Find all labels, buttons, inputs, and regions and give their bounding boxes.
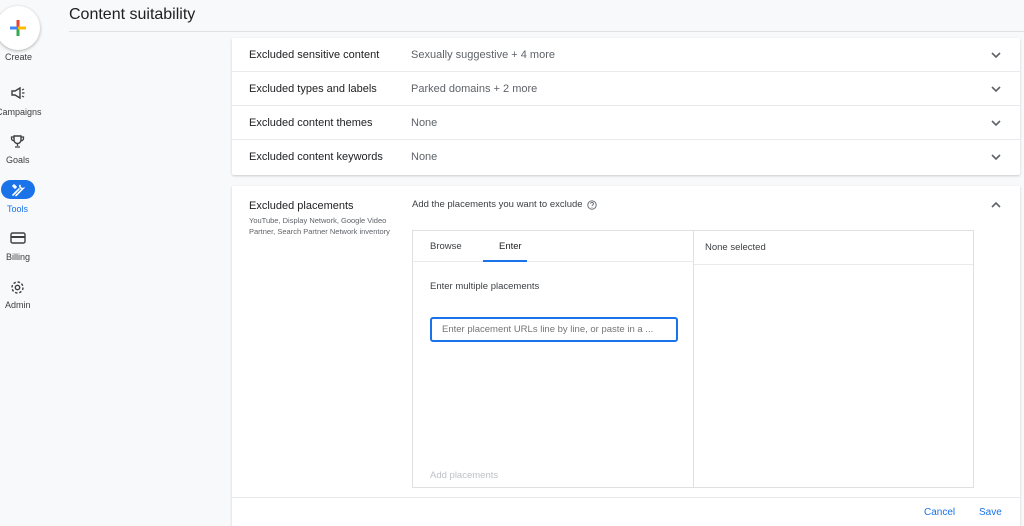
excluded-placements-card: Excluded placements YouTube, Display Net… bbox=[232, 186, 1020, 526]
gear-icon[interactable] bbox=[10, 280, 25, 295]
row-excluded-content-themes[interactable]: Excluded content themes None bbox=[232, 106, 1020, 140]
row-title: Excluded content keywords bbox=[249, 151, 383, 163]
nav-campaigns-label[interactable]: Campaigns bbox=[0, 107, 42, 117]
create-button[interactable] bbox=[0, 6, 40, 50]
row-value: None bbox=[411, 116, 438, 129]
placement-urls-input[interactable] bbox=[430, 317, 678, 342]
megaphone-icon[interactable] bbox=[10, 86, 26, 100]
row-value: None bbox=[411, 151, 438, 163]
selected-placements-header: None selected bbox=[694, 231, 973, 265]
left-nav-rail: Create Campaigns Goals Tools Billing Adm… bbox=[0, 0, 42, 526]
credit-card-icon[interactable] bbox=[10, 232, 26, 244]
chevron-up-icon[interactable] bbox=[990, 199, 1002, 211]
row-title: Excluded sensitive content bbox=[249, 48, 380, 61]
active-tab-indicator bbox=[483, 260, 527, 262]
footer-divider bbox=[232, 497, 1020, 498]
cancel-button[interactable]: Cancel bbox=[924, 507, 955, 518]
create-label: Create bbox=[5, 52, 33, 62]
placements-prompt: Add the placements you want to exclude bbox=[412, 199, 597, 210]
enter-multiple-label: Enter multiple placements bbox=[430, 281, 540, 292]
excluded-placements-title: Excluded placements bbox=[249, 200, 354, 212]
row-excluded-content-keywords[interactable]: Excluded content keywords None bbox=[232, 140, 1020, 174]
nav-tools-active[interactable] bbox=[1, 180, 35, 199]
trophy-icon[interactable] bbox=[10, 134, 25, 149]
tab-browse[interactable]: Browse bbox=[430, 241, 462, 252]
add-placements-button[interactable]: Add placements bbox=[430, 470, 498, 481]
nav-billing-label[interactable]: Billing bbox=[6, 252, 30, 262]
suitability-settings-card: Excluded sensitive content Sexually sugg… bbox=[232, 38, 1020, 175]
chevron-down-icon[interactable] bbox=[990, 151, 1002, 163]
nav-goals-label[interactable]: Goals bbox=[6, 155, 30, 165]
placements-prompt-text: Add the placements you want to exclude bbox=[412, 199, 583, 210]
row-excluded-types-labels[interactable]: Excluded types and labels Parked domains… bbox=[232, 72, 1020, 106]
row-title: Excluded types and labels bbox=[249, 82, 377, 95]
header-divider bbox=[69, 31, 1024, 32]
row-value: Sexually suggestive + 4 more bbox=[411, 48, 555, 61]
placements-entry-pane: Browse Enter Enter multiple placements A… bbox=[413, 231, 694, 487]
plus-icon bbox=[10, 20, 26, 36]
placements-panel: Browse Enter Enter multiple placements A… bbox=[412, 230, 974, 488]
row-value: Parked domains + 2 more bbox=[411, 82, 538, 95]
excluded-placements-description: YouTube, Display Network, Google Video P… bbox=[249, 216, 390, 236]
none-selected-label: None selected bbox=[705, 242, 766, 253]
chevron-down-icon[interactable] bbox=[990, 117, 1002, 129]
placements-tabs: Browse Enter bbox=[413, 231, 694, 262]
nav-tools-label[interactable]: Tools bbox=[7, 204, 28, 214]
row-excluded-sensitive-content[interactable]: Excluded sensitive content Sexually sugg… bbox=[232, 38, 1020, 72]
tab-enter[interactable]: Enter bbox=[499, 241, 522, 252]
chevron-down-icon[interactable] bbox=[990, 83, 1002, 95]
row-title: Excluded content themes bbox=[249, 116, 373, 129]
help-icon[interactable] bbox=[586, 199, 597, 210]
page-title: Content suitability bbox=[69, 6, 196, 23]
nav-admin-label[interactable]: Admin bbox=[5, 300, 31, 310]
save-button[interactable]: Save bbox=[979, 507, 1002, 518]
tools-icon bbox=[12, 183, 25, 196]
chevron-down-icon[interactable] bbox=[990, 49, 1002, 61]
